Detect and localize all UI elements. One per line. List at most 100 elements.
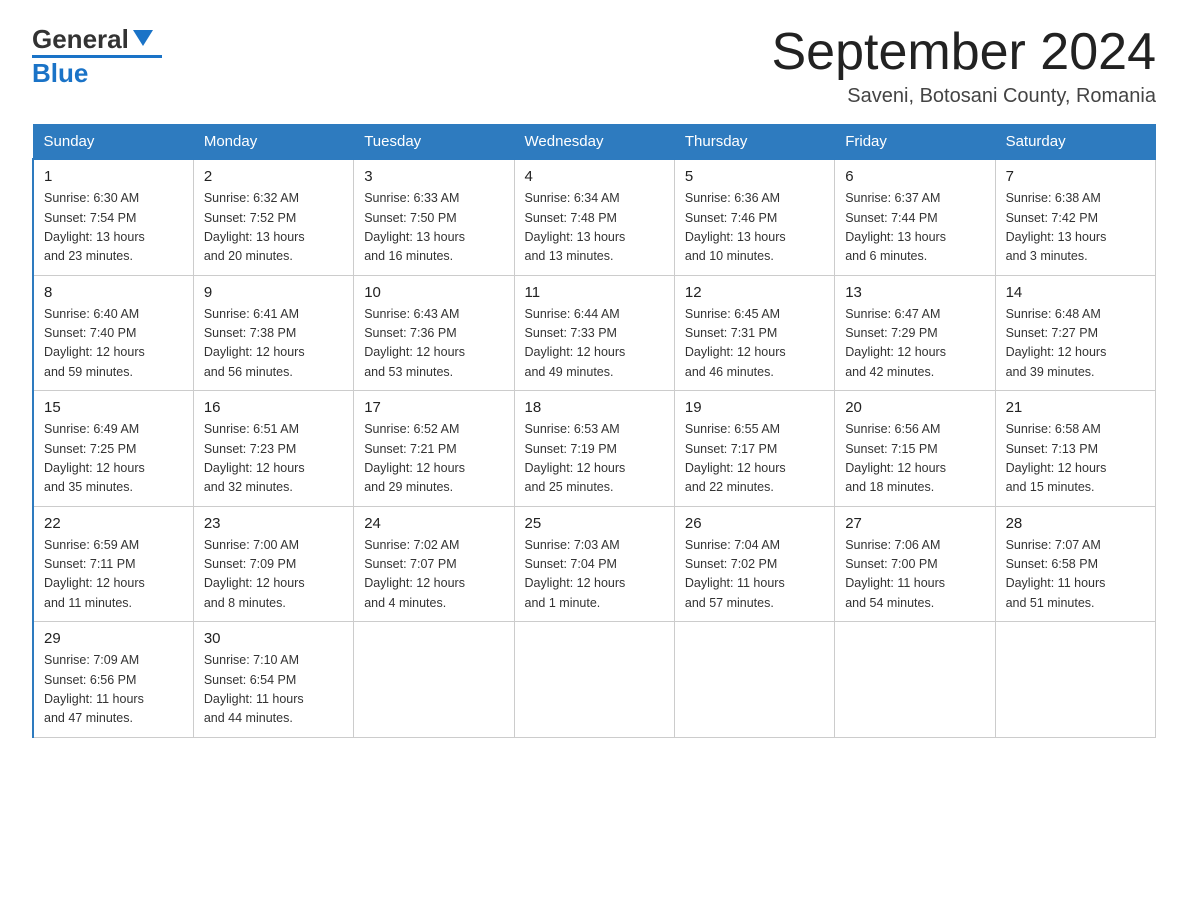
col-friday: Friday xyxy=(835,125,995,160)
table-row: 14Sunrise: 6:48 AM Sunset: 7:27 PM Dayli… xyxy=(995,275,1155,391)
table-row: 24 Sunrise: 7:02 AM Sunset: 7:07 PM Dayli… xyxy=(354,506,514,622)
table-row: 28 Sunrise: 7:07 AM Sunset: 6:58 PM Dayli… xyxy=(995,506,1155,622)
day-number: 6 xyxy=(845,168,984,185)
day-info: Sunrise: 7:07 AM Sunset: 6:58 PM Dayligh… xyxy=(1006,536,1145,614)
day-info: Sunrise: 7:02 AM Sunset: 7:07 PM Dayligh… xyxy=(364,536,503,614)
day-number: 2 xyxy=(204,168,343,185)
day-info: Sunrise: 6:49 AM Sunset: 7:25 PM Dayligh… xyxy=(44,420,183,498)
day-info: Sunrise: 7:03 AM Sunset: 7:04 PM Dayligh… xyxy=(525,536,664,614)
day-number: 29 xyxy=(44,630,183,647)
day-number: 9 xyxy=(204,284,343,301)
table-row: 26 Sunrise: 7:04 AM Sunset: 7:02 PM Dayli… xyxy=(674,506,834,622)
table-row: 11 Sunrise: 6:44 AM Sunset: 7:33 PM Dayli… xyxy=(514,275,674,391)
col-saturday: Saturday xyxy=(995,125,1155,160)
col-tuesday: Tuesday xyxy=(354,125,514,160)
day-number: 21 xyxy=(1006,399,1145,416)
day-info: Sunrise: 6:44 AM Sunset: 7:33 PM Dayligh… xyxy=(525,305,664,383)
calendar-week-row: 1 Sunrise: 6:30 AM Sunset: 7:54 PM Daylig… xyxy=(33,159,1156,275)
table-row: 15 Sunrise: 6:49 AM Sunset: 7:25 PM Dayli… xyxy=(33,391,193,507)
day-info: Sunrise: 6:34 AM Sunset: 7:48 PM Dayligh… xyxy=(525,189,664,267)
day-number: 17 xyxy=(364,399,503,416)
day-number: 23 xyxy=(204,515,343,532)
day-number: 12 xyxy=(685,284,824,301)
table-row: 17 Sunrise: 6:52 AM Sunset: 7:21 PM Dayli… xyxy=(354,391,514,507)
table-row: 18Sunrise: 6:53 AM Sunset: 7:19 PM Dayli… xyxy=(514,391,674,507)
day-info: Sunrise: 6:47 AM Sunset: 7:29 PM Dayligh… xyxy=(845,305,984,383)
logo-triangle-icon xyxy=(133,30,153,51)
col-wednesday: Wednesday xyxy=(514,125,674,160)
table-row: 1 Sunrise: 6:30 AM Sunset: 7:54 PM Daylig… xyxy=(33,159,193,275)
calendar-week-row: 22Sunrise: 6:59 AM Sunset: 7:11 PM Dayli… xyxy=(33,506,1156,622)
table-row: 25 Sunrise: 7:03 AM Sunset: 7:04 PM Dayli… xyxy=(514,506,674,622)
table-row: 21 Sunrise: 6:58 AM Sunset: 7:13 PM Dayli… xyxy=(995,391,1155,507)
calendar-header-row: Sunday Monday Tuesday Wednesday Thursday… xyxy=(33,125,1156,160)
day-number: 4 xyxy=(525,168,664,185)
day-number: 24 xyxy=(364,515,503,532)
day-number: 26 xyxy=(685,515,824,532)
logo: General Blue xyxy=(32,24,162,89)
table-row xyxy=(354,622,514,738)
day-number: 8 xyxy=(44,284,183,301)
day-info: Sunrise: 7:04 AM Sunset: 7:02 PM Dayligh… xyxy=(685,536,824,614)
day-info: Sunrise: 6:32 AM Sunset: 7:52 PM Dayligh… xyxy=(204,189,343,267)
day-info: Sunrise: 6:45 AM Sunset: 7:31 PM Dayligh… xyxy=(685,305,824,383)
day-number: 18 xyxy=(525,399,664,416)
day-number: 3 xyxy=(364,168,503,185)
day-info: Sunrise: 6:36 AM Sunset: 7:46 PM Dayligh… xyxy=(685,189,824,267)
day-number: 13 xyxy=(845,284,984,301)
day-number: 25 xyxy=(525,515,664,532)
day-number: 19 xyxy=(685,399,824,416)
logo-text-blue: Blue xyxy=(32,58,88,89)
table-row xyxy=(835,622,995,738)
day-info: Sunrise: 6:43 AM Sunset: 7:36 PM Dayligh… xyxy=(364,305,503,383)
day-number: 30 xyxy=(204,630,343,647)
location-subtitle: Saveni, Botosani County, Romania xyxy=(772,85,1157,108)
day-number: 14 xyxy=(1006,284,1145,301)
table-row: 8 Sunrise: 6:40 AM Sunset: 7:40 PM Daylig… xyxy=(33,275,193,391)
day-number: 1 xyxy=(44,168,183,185)
day-info: Sunrise: 6:33 AM Sunset: 7:50 PM Dayligh… xyxy=(364,189,503,267)
day-info: Sunrise: 6:55 AM Sunset: 7:17 PM Dayligh… xyxy=(685,420,824,498)
table-row: 13 Sunrise: 6:47 AM Sunset: 7:29 PM Dayli… xyxy=(835,275,995,391)
table-row: 19 Sunrise: 6:55 AM Sunset: 7:17 PM Dayli… xyxy=(674,391,834,507)
day-info: Sunrise: 6:58 AM Sunset: 7:13 PM Dayligh… xyxy=(1006,420,1145,498)
day-info: Sunrise: 7:10 AM Sunset: 6:54 PM Dayligh… xyxy=(204,651,343,729)
table-row: 20Sunrise: 6:56 AM Sunset: 7:15 PM Dayli… xyxy=(835,391,995,507)
table-row: 3 Sunrise: 6:33 AM Sunset: 7:50 PM Daylig… xyxy=(354,159,514,275)
day-info: Sunrise: 6:30 AM Sunset: 7:54 PM Dayligh… xyxy=(44,189,183,267)
table-row: 12 Sunrise: 6:45 AM Sunset: 7:31 PM Dayli… xyxy=(674,275,834,391)
table-row: 4 Sunrise: 6:34 AM Sunset: 7:48 PM Daylig… xyxy=(514,159,674,275)
table-row: 9Sunrise: 6:41 AM Sunset: 7:38 PM Daylig… xyxy=(193,275,353,391)
day-number: 10 xyxy=(364,284,503,301)
day-info: Sunrise: 6:40 AM Sunset: 7:40 PM Dayligh… xyxy=(44,305,183,383)
table-row: 6 Sunrise: 6:37 AM Sunset: 7:44 PM Daylig… xyxy=(835,159,995,275)
day-info: Sunrise: 6:37 AM Sunset: 7:44 PM Dayligh… xyxy=(845,189,984,267)
day-number: 16 xyxy=(204,399,343,416)
calendar-week-row: 8 Sunrise: 6:40 AM Sunset: 7:40 PM Daylig… xyxy=(33,275,1156,391)
table-row: 10 Sunrise: 6:43 AM Sunset: 7:36 PM Dayli… xyxy=(354,275,514,391)
day-number: 11 xyxy=(525,284,664,301)
table-row: 22Sunrise: 6:59 AM Sunset: 7:11 PM Dayli… xyxy=(33,506,193,622)
table-row: 16Sunrise: 6:51 AM Sunset: 7:23 PM Dayli… xyxy=(193,391,353,507)
table-row xyxy=(514,622,674,738)
table-row: 30 Sunrise: 7:10 AM Sunset: 6:54 PM Dayli… xyxy=(193,622,353,738)
col-thursday: Thursday xyxy=(674,125,834,160)
day-info: Sunrise: 6:59 AM Sunset: 7:11 PM Dayligh… xyxy=(44,536,183,614)
calendar-week-row: 29 Sunrise: 7:09 AM Sunset: 6:56 PM Dayli… xyxy=(33,622,1156,738)
day-info: Sunrise: 7:00 AM Sunset: 7:09 PM Dayligh… xyxy=(204,536,343,614)
table-row: 5 Sunrise: 6:36 AM Sunset: 7:46 PM Daylig… xyxy=(674,159,834,275)
day-info: Sunrise: 7:06 AM Sunset: 7:00 PM Dayligh… xyxy=(845,536,984,614)
table-row: 29 Sunrise: 7:09 AM Sunset: 6:56 PM Dayli… xyxy=(33,622,193,738)
day-number: 15 xyxy=(44,399,183,416)
table-row xyxy=(674,622,834,738)
day-number: 28 xyxy=(1006,515,1145,532)
day-info: Sunrise: 6:52 AM Sunset: 7:21 PM Dayligh… xyxy=(364,420,503,498)
calendar-week-row: 15 Sunrise: 6:49 AM Sunset: 7:25 PM Dayli… xyxy=(33,391,1156,507)
col-sunday: Sunday xyxy=(33,125,193,160)
month-year-title: September 2024 xyxy=(772,24,1157,81)
day-number: 20 xyxy=(845,399,984,416)
day-number: 27 xyxy=(845,515,984,532)
day-number: 5 xyxy=(685,168,824,185)
day-info: Sunrise: 7:09 AM Sunset: 6:56 PM Dayligh… xyxy=(44,651,183,729)
day-number: 7 xyxy=(1006,168,1145,185)
